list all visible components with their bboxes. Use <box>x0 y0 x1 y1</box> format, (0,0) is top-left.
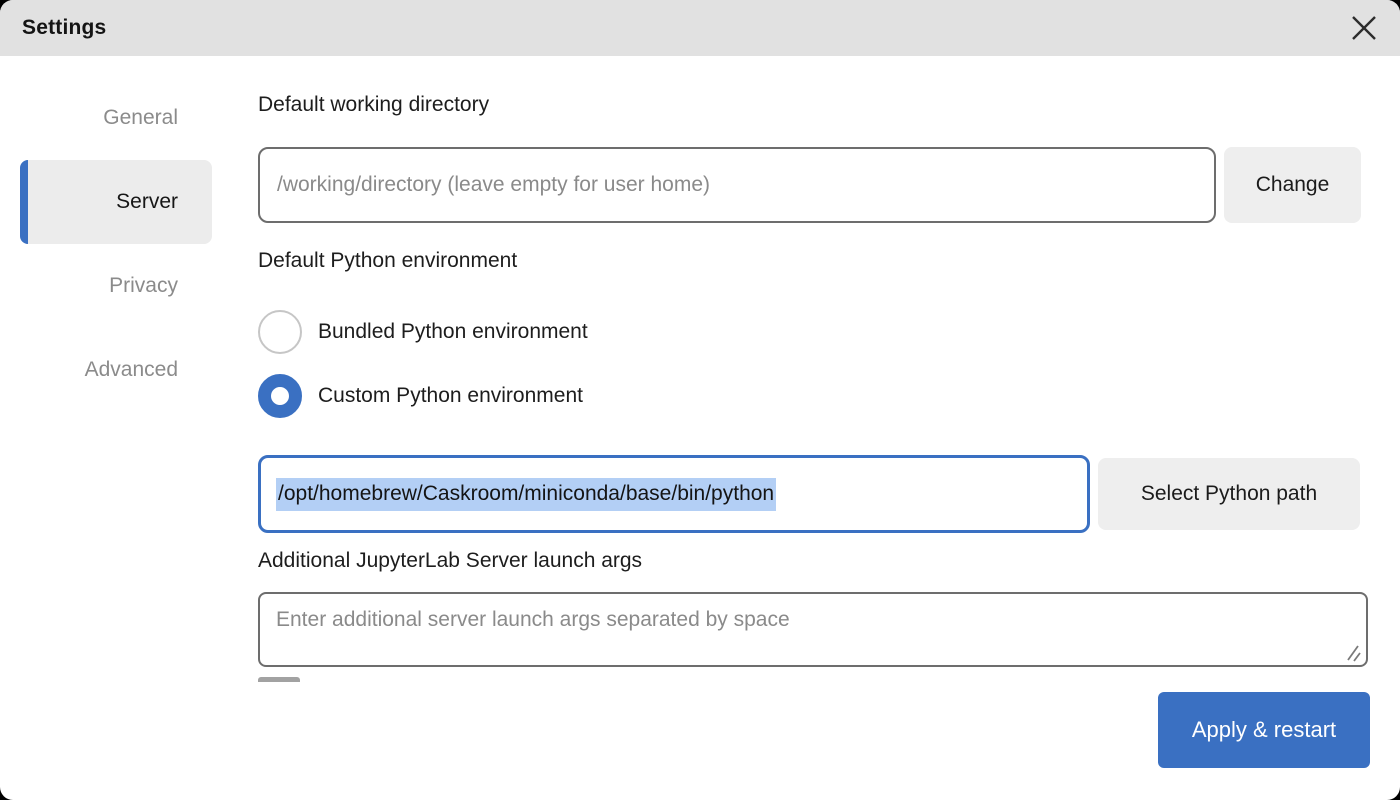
sidebar-item-label: Advanced <box>85 358 178 382</box>
radio-unchecked-icon[interactable] <box>258 310 302 354</box>
working-directory-label: Default working directory <box>258 93 489 117</box>
change-button[interactable]: Change <box>1224 147 1361 223</box>
radio-label: Custom Python environment <box>318 384 583 408</box>
titlebar: Settings <box>0 0 1400 56</box>
sidebar-item-server[interactable]: Server <box>20 160 212 244</box>
close-button[interactable] <box>1344 8 1384 48</box>
sidebar-item-general[interactable]: General <box>20 76 212 160</box>
window-title: Settings <box>22 16 106 40</box>
python-path-selected-text: /opt/homebrew/Caskroom/miniconda/base/bi… <box>276 478 776 511</box>
clipped-checkbox-top <box>258 677 300 682</box>
sidebar-item-advanced[interactable]: Advanced <box>20 328 212 412</box>
settings-dialog: Settings General Server Privacy Advanced… <box>0 0 1400 800</box>
radio-checked-icon[interactable] <box>258 374 302 418</box>
sidebar-item-label: Privacy <box>109 274 178 298</box>
sidebar-item-label: General <box>103 106 178 130</box>
selected-accent-bar <box>20 160 28 244</box>
select-python-path-button[interactable]: Select Python path <box>1098 458 1360 530</box>
x-close-icon <box>1350 14 1378 42</box>
working-directory-input[interactable] <box>258 147 1216 223</box>
sidebar-item-privacy[interactable]: Privacy <box>20 244 212 328</box>
radio-bundled-python[interactable]: Bundled Python environment <box>258 310 588 354</box>
radio-label: Bundled Python environment <box>318 320 588 344</box>
python-path-input[interactable]: /opt/homebrew/Caskroom/miniconda/base/bi… <box>258 455 1090 533</box>
launch-args-textarea[interactable] <box>258 592 1368 667</box>
python-environment-label: Default Python environment <box>258 249 517 273</box>
apply-and-restart-button[interactable]: Apply & restart <box>1158 692 1370 768</box>
settings-sidebar: General Server Privacy Advanced <box>20 76 212 412</box>
sidebar-item-label: Server <box>116 190 178 214</box>
radio-custom-python[interactable]: Custom Python environment <box>258 374 583 418</box>
launch-args-label: Additional JupyterLab Server launch args <box>258 549 642 573</box>
